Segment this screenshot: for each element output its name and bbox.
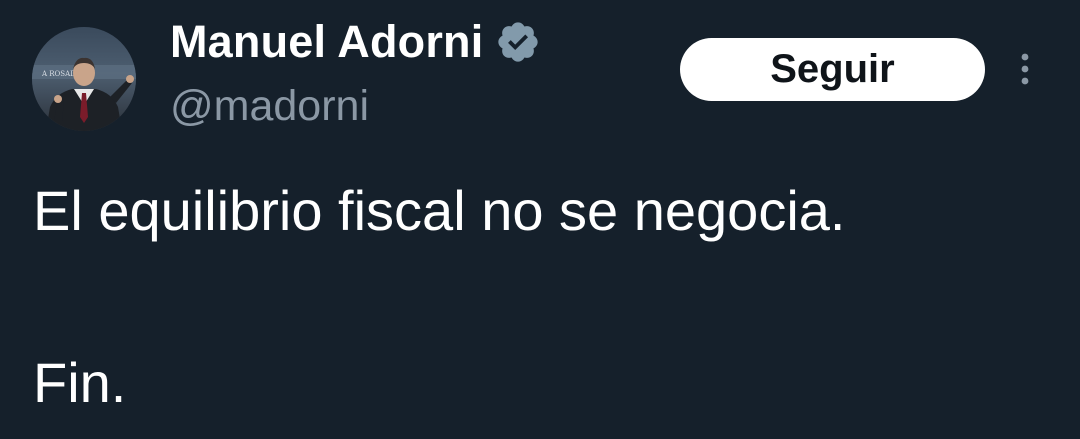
more-options-icon[interactable] [1010, 45, 1040, 93]
tweet-text-line: Fin. [33, 351, 127, 414]
author-display-name[interactable]: Manuel Adorni [170, 16, 483, 68]
avatar[interactable]: A ROSADA [32, 27, 136, 131]
follow-button[interactable]: Seguir [680, 38, 985, 101]
tweet-text-line: El equilibrio fiscal no se negocia. [33, 179, 846, 242]
author-handle[interactable]: @madorni [170, 82, 369, 131]
verified-badge-icon [495, 19, 541, 65]
tweet-text: El equilibrio fiscal no se negocia. Fin. [33, 168, 1053, 426]
profile-photo-icon: A ROSADA [32, 27, 136, 131]
author-name-row: Manuel Adorni [170, 14, 541, 70]
tweet-card: A ROSADA Manuel Adorni @madorni Seguir E… [0, 0, 1080, 439]
